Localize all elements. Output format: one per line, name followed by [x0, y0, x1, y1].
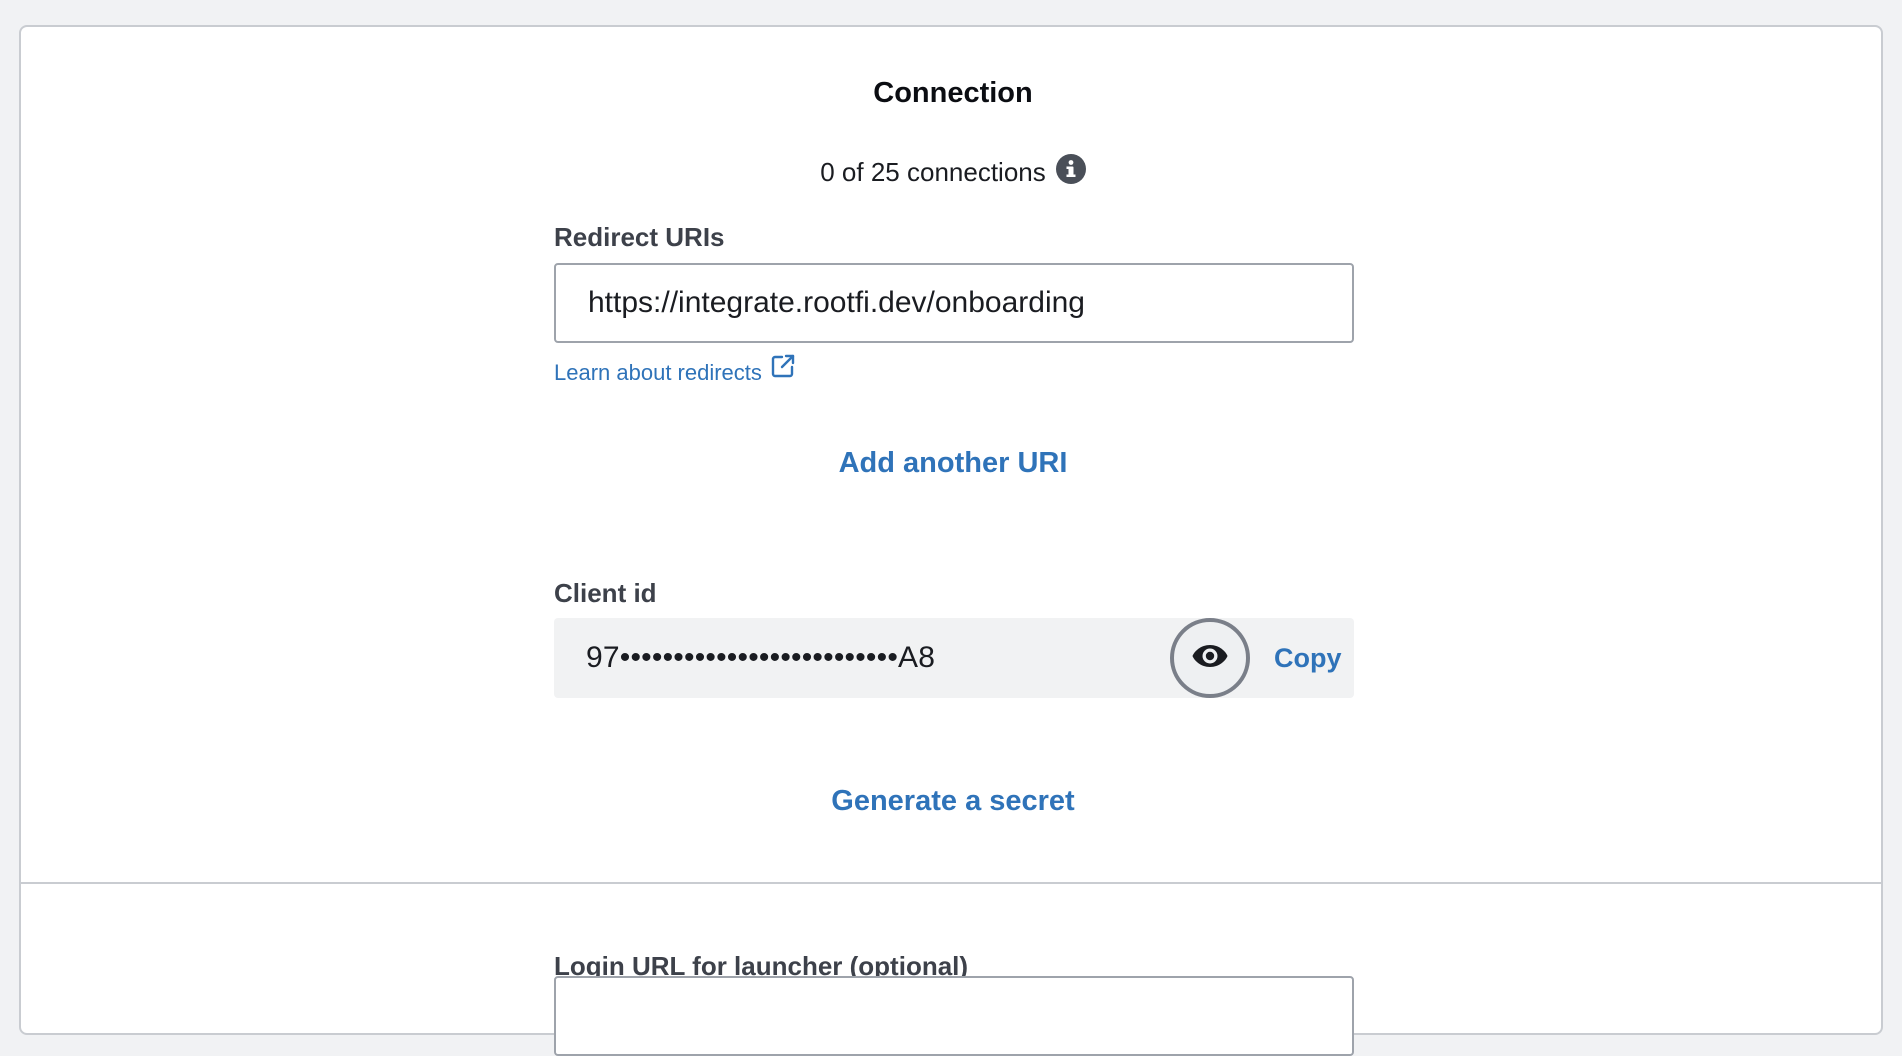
learn-redirects-text: Learn about redirects	[554, 360, 762, 385]
launcher-login-url-input[interactable]	[554, 976, 1354, 1056]
copy-client-id-button[interactable]: Copy	[1274, 618, 1342, 698]
redirect-uri-input-wrap	[554, 263, 1354, 343]
section-divider	[21, 882, 1881, 884]
connection-section: Connection 0 of 25 connections Redirect …	[21, 27, 1881, 882]
section-title: Connection	[873, 77, 1033, 109]
eye-icon	[1191, 643, 1229, 674]
client-id-field: 97••••••••••••••••••••••••••A8 Copy	[554, 618, 1354, 698]
redirect-uris-group: Redirect URIs	[554, 222, 1354, 253]
settings-card: Connection 0 of 25 connections Redirect …	[19, 25, 1883, 1056]
launcher-input-wrap	[554, 976, 1354, 1056]
client-id-value: 97••••••••••••••••••••••••••A8	[586, 641, 936, 674]
reveal-client-id-button[interactable]	[1170, 618, 1250, 698]
client-id-label: Client id	[554, 578, 657, 608]
connection-count: 0 of 25 connections	[820, 157, 1046, 187]
redirect-uris-label: Redirect URIs	[554, 222, 725, 252]
connection-count-row: 0 of 25 connections	[21, 153, 1885, 188]
client-id-field-wrap: 97••••••••••••••••••••••••••A8 Copy	[554, 618, 1354, 698]
generate-secret-button[interactable]: Generate a secret	[21, 785, 1885, 818]
add-another-uri-button[interactable]: Add another URI	[21, 447, 1885, 480]
learn-redirects-row: Learn about redirects	[554, 354, 1354, 389]
client-id-group: Client id	[554, 578, 1354, 609]
info-icon[interactable]	[1055, 153, 1086, 184]
learn-redirects-link[interactable]: Learn about redirects	[554, 354, 796, 389]
external-link-icon	[762, 354, 796, 389]
redirect-uri-input[interactable]	[554, 263, 1354, 343]
